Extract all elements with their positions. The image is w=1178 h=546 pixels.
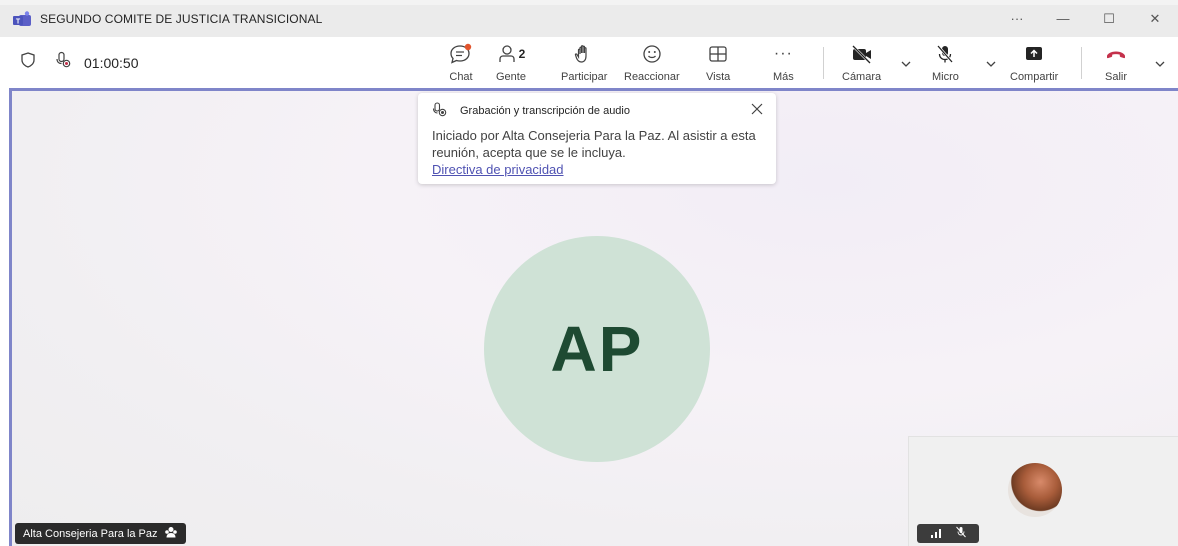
window-controls: ··· — ☐ ✕ [994,0,1178,37]
privacy-policy-link[interactable]: Directiva de privacidad [432,161,762,178]
meeting-timer: 01:00:50 [84,54,139,71]
shield-icon[interactable] [20,52,36,73]
window-title: SEGUNDO COMITE DE JUSTICIA TRANSICIONAL [40,11,323,26]
recording-notice: Grabación y transcripción de audio Inici… [418,93,776,184]
self-avatar [1008,463,1062,517]
mic-options-chevron-icon[interactable] [985,57,997,75]
teams-icon: T [12,10,32,27]
share-label: Compartir [1010,71,1059,83]
maximize-button[interactable]: ☐ [1086,0,1132,37]
view-button[interactable]: Vista [706,43,730,83]
title-bar: T SEGUNDO COMITE DE JUSTICIA TRANSICIONA… [0,0,1178,37]
chat-icon [450,43,472,64]
close-icon[interactable] [750,102,764,121]
react-button[interactable]: Reaccionar [624,43,680,83]
chat-label: Chat [449,71,473,83]
camera-options-chevron-icon[interactable] [900,57,912,75]
self-video-preview[interactable] [908,436,1178,546]
camera-off-icon [851,45,871,64]
mic-button[interactable]: Micro [932,43,959,83]
hang-up-icon [1107,51,1125,59]
people-count: 2 [518,47,526,61]
participant-avatar: AP [484,236,710,462]
self-view-status [917,524,979,543]
raise-hand-button[interactable]: Participar [561,43,607,83]
emoji-icon [643,45,661,63]
svg-text:T: T [16,18,21,25]
signal-strength-icon [930,525,942,543]
people-icon [498,45,515,62]
close-window-button[interactable]: ✕ [1132,0,1178,37]
participant-name-tag: Alta Consejeria Para la Paz [15,523,186,544]
notice-body: Iniciado por Alta Consejeria Para la Paz… [432,128,756,160]
recording-transcript-icon [432,101,450,121]
notice-title: Grabación y transcripción de audio [460,105,630,117]
hand-icon [575,45,587,63]
camera-label: Cámara [842,71,882,83]
meeting-info: 01:00:50 [20,37,139,88]
leave-button[interactable]: Salir [1104,43,1128,83]
people-button[interactable]: 2 Gente [496,43,526,83]
raise-hand-label: Participar [561,71,608,83]
notice-header: Grabación y transcripción de audio [432,101,762,121]
more-label: Más [773,71,794,83]
toolbar-divider-2 [1081,47,1082,79]
mic-off-icon [937,45,954,63]
avatar-initials: AP [550,313,644,385]
organizer-icon [164,526,178,541]
minimize-button[interactable]: — [1040,0,1086,37]
grid-view-icon [709,46,727,62]
react-label: Reaccionar [624,71,680,83]
more-button[interactable]: ··· Más [773,43,794,83]
people-label: Gente [496,71,526,83]
leave-label: Salir [1104,71,1127,83]
window-more-button[interactable]: ··· [994,0,1040,37]
camera-button[interactable]: Cámara [842,43,881,83]
chat-button[interactable]: Chat [448,43,474,83]
toolbar-divider [823,47,824,79]
recording-icon [54,51,72,74]
meeting-toolbar: 01:00:50 Chat 2 Gente Participar Reaccio… [0,37,1178,88]
self-mic-off-icon [955,525,967,543]
view-label: Vista [706,71,731,83]
mic-label: Micro [932,71,959,83]
share-button[interactable]: Compartir [1010,43,1058,83]
participant-name: Alta Consejeria Para la Paz [23,527,158,540]
share-screen-icon [1026,47,1043,60]
meeting-stage: Grabación y transcripción de audio Inici… [9,88,1178,546]
leave-options-chevron-icon[interactable] [1154,57,1166,75]
more-icon: ··· [773,45,793,62]
